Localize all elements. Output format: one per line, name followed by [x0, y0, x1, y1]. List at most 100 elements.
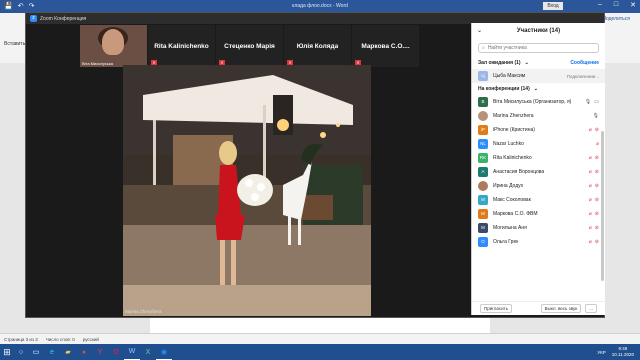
minimize-icon[interactable]: –: [598, 1, 602, 9]
chevron-down-icon: ⌄: [533, 86, 538, 92]
participant-status-icons: ⌀ ⊘: [589, 169, 599, 175]
thumbnail-name: Rita Kalinichenko: [154, 42, 209, 50]
panel-footer: Пригласить Выкл. весь звук ...: [472, 301, 605, 315]
thumbnail-name-tile[interactable]: Юлія Коляда ✕: [284, 25, 351, 67]
panel-title: Участники (14): [516, 28, 561, 34]
mic-muted-icon[interactable]: ⌀: [589, 127, 592, 133]
message-link[interactable]: Сообщение: [570, 60, 599, 66]
connecting-status: Подключение...: [566, 73, 599, 79]
participant-row[interactable]: RK Rita Kalinichenko ⌀ ⊘: [472, 151, 605, 165]
video-off-icon[interactable]: ⊘: [595, 183, 599, 189]
avatar: iP: [478, 125, 488, 135]
opera-icon[interactable]: O: [108, 344, 124, 360]
mic-muted-icon[interactable]: ⌀: [596, 141, 599, 147]
participant-name: Маркова С.О. ФВМ: [493, 211, 538, 217]
mic-on-icon[interactable]: 🎙: [593, 113, 599, 119]
avatar: А: [478, 167, 488, 177]
thumbnail-name: Віта Мисилуська: [82, 61, 113, 66]
panel-header: ⌄ Участники (14): [472, 23, 605, 39]
video-on-icon[interactable]: ▭: [594, 99, 599, 105]
in-meeting-header[interactable]: На конференции (14) ⌄: [472, 83, 605, 95]
participant-list: В Віта Мисилуська (Организатор, я) 🎙 ▭ Marin…: [472, 95, 605, 249]
participant-search[interactable]: ⌕: [478, 43, 599, 53]
excel-icon[interactable]: X: [140, 344, 156, 360]
thumbnail-name: Стеценко Марія: [224, 42, 275, 50]
folder-icon[interactable]: ▰: [60, 344, 76, 360]
yandex-icon[interactable]: Y: [92, 344, 108, 360]
search-icon: ⌕: [482, 45, 485, 51]
avatar: Ц: [478, 71, 488, 81]
avatar: М: [478, 209, 488, 219]
mic-muted-icon[interactable]: ⌀: [589, 155, 592, 161]
mute-all-button[interactable]: Выкл. весь звук: [540, 304, 582, 313]
chrome-icon[interactable]: ●: [76, 344, 92, 360]
mic-muted-icon[interactable]: ⌀: [589, 183, 592, 189]
participant-row[interactable]: А Анастасия Воронцова ⌀ ⊘: [472, 165, 605, 179]
mic-muted-icon[interactable]: ⌀: [589, 211, 592, 217]
waiting-room-header[interactable]: Зал ожидания (1) ⌄ Сообщение: [472, 57, 605, 69]
avatar: RK: [478, 153, 488, 163]
thumbnail-name-tile[interactable]: Стеценко Марія ✕: [216, 25, 283, 67]
video-off-icon[interactable]: ⊘: [595, 169, 599, 175]
participant-row[interactable]: Marina Zhenzhera 🎙: [472, 109, 605, 123]
waiting-participant[interactable]: Ц Цыба Максим Подключение...: [472, 69, 605, 83]
participant-status-icons: ⌀ ⊘: [589, 155, 599, 161]
video-off-icon[interactable]: ⊘: [595, 239, 599, 245]
avatar: [478, 181, 488, 191]
avatar: NL: [478, 139, 488, 149]
thumbnail-name-tile[interactable]: Маркова С.О.... ✕: [352, 25, 419, 67]
mic-on-icon[interactable]: 🎙: [585, 99, 591, 105]
participant-row[interactable]: О Ольга Грек ⌀ ⊘: [472, 235, 605, 249]
mic-muted-icon[interactable]: ⌀: [589, 197, 592, 203]
collapse-chevron-icon[interactable]: ⌄: [477, 27, 482, 34]
word-icon[interactable]: W: [124, 344, 140, 360]
participant-status-icons: ⌀ ⊘: [589, 239, 599, 245]
video-off-icon[interactable]: ⊘: [595, 197, 599, 203]
participant-status-icons: ⌀ ⊘: [589, 225, 599, 231]
share-button[interactable]: Поделиться: [602, 16, 630, 22]
participant-name: Анастасия Воронцова: [493, 169, 545, 175]
video-off-icon[interactable]: ⊘: [595, 225, 599, 231]
participant-row[interactable]: М Могилына Аня ⌀ ⊘: [472, 221, 605, 235]
zoom-icon[interactable]: ◉: [156, 344, 172, 360]
video-off-icon[interactable]: ⊘: [595, 155, 599, 161]
participant-row[interactable]: NL Nazar Luchko ⌀: [472, 137, 605, 151]
participant-row[interactable]: Ирина Додух ⌀ ⊘: [472, 179, 605, 193]
participant-status-icons: ⌀ ⊘: [589, 183, 599, 189]
waiting-room-label: Зал ожидания (1): [478, 60, 521, 66]
video-off-icon[interactable]: ⊘: [595, 127, 599, 133]
sign-in-button[interactable]: Вход: [543, 2, 563, 10]
more-button[interactable]: ...: [585, 304, 597, 313]
participant-row[interactable]: М Маркова С.О. ФВМ ⌀ ⊘: [472, 207, 605, 221]
participant-status-icons: ⌀: [596, 141, 599, 147]
search-icon[interactable]: ○: [14, 349, 28, 356]
language: русский: [82, 336, 99, 342]
invite-button[interactable]: Пригласить: [480, 304, 513, 313]
mic-muted-icon[interactable]: ⌀: [589, 169, 592, 175]
participant-row[interactable]: М Макс Соколовак ⌀ ⊘: [472, 193, 605, 207]
participant-row[interactable]: В Віта Мисилуська (Организатор, я) 🎙 ▭: [472, 95, 605, 109]
mic-muted-icon[interactable]: ⌀: [589, 225, 592, 231]
paste-button[interactable]: Вставить: [4, 41, 25, 47]
participant-name: Ольга Грек: [493, 239, 519, 245]
language-indicator[interactable]: УКР: [597, 350, 605, 355]
search-input[interactable]: [487, 45, 588, 51]
clock[interactable]: 9:48 10.11.2020: [612, 346, 634, 358]
thumbnail-video[interactable]: Віта Мисилуська: [80, 25, 147, 67]
avatar: М: [478, 223, 488, 233]
participants-panel: ⌄ Участники (14) ⌕ Зал ожидания (1) ⌄ Со…: [471, 23, 605, 315]
active-speaker-video[interactable]: Marina Zhenzhera: [123, 65, 371, 316]
video-off-icon[interactable]: ⊘: [595, 211, 599, 217]
maximize-icon[interactable]: □: [614, 1, 618, 9]
mic-muted-icon[interactable]: ⌀: [589, 239, 592, 245]
windows-start-icon[interactable]: ⊞: [0, 344, 14, 360]
edge-icon[interactable]: e: [44, 344, 60, 360]
participant-row[interactable]: iP iPhone (Кристина) ⌀ ⊘: [472, 123, 605, 137]
thumbnail-name-tile[interactable]: Rita Kalinichenko ✕: [148, 25, 215, 67]
close-icon[interactable]: ✕: [630, 1, 636, 9]
task-view-icon[interactable]: ▭: [28, 344, 44, 360]
scrollbar[interactable]: [601, 131, 604, 281]
zoom-logo-icon: z: [30, 15, 37, 22]
date: 10.11.2020: [611, 352, 634, 357]
word-count: Число слов: 0: [45, 336, 75, 342]
